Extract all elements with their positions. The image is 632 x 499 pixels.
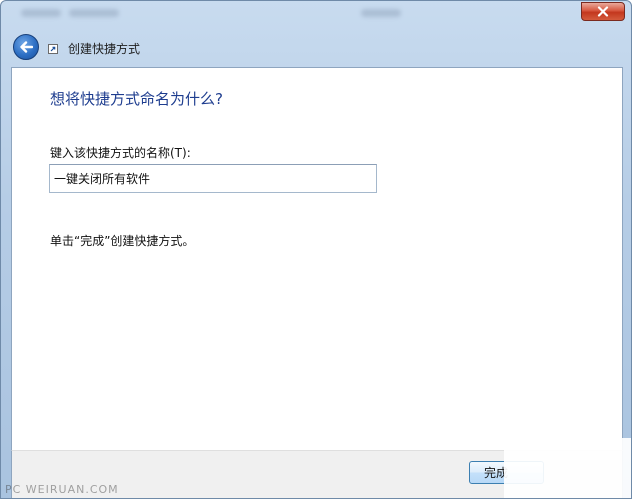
wizard-title: 创建快捷方式 bbox=[68, 42, 141, 56]
watermark-text: PC WEIRUAN.COM bbox=[5, 483, 119, 496]
back-arrow-icon bbox=[20, 41, 33, 53]
blurred-text bbox=[21, 9, 61, 17]
shortcut-name-input[interactable] bbox=[49, 164, 377, 193]
name-field-label: 键入该快捷方式的名称(T): bbox=[50, 146, 191, 160]
page-heading: 想将快捷方式命名为什么? bbox=[50, 90, 223, 108]
blurred-text bbox=[69, 9, 119, 17]
wizard-window: 创建快捷方式 想将快捷方式命名为什么? 键入该快捷方式的名称(T): 单击“完成… bbox=[0, 0, 632, 499]
title-bar bbox=[1, 1, 631, 31]
blurred-text bbox=[361, 9, 401, 17]
watermark-overlay bbox=[504, 438, 631, 498]
instruction-text: 单击“完成”创建快捷方式。 bbox=[50, 234, 195, 248]
wizard-content: 想将快捷方式命名为什么? 键入该快捷方式的名称(T): 单击“完成”创建快捷方式… bbox=[11, 67, 623, 450]
navigation-bar: 创建快捷方式 bbox=[1, 31, 631, 67]
close-icon bbox=[597, 6, 609, 17]
back-button[interactable] bbox=[13, 34, 39, 60]
shortcut-icon bbox=[48, 44, 58, 54]
close-button[interactable] bbox=[581, 2, 625, 21]
